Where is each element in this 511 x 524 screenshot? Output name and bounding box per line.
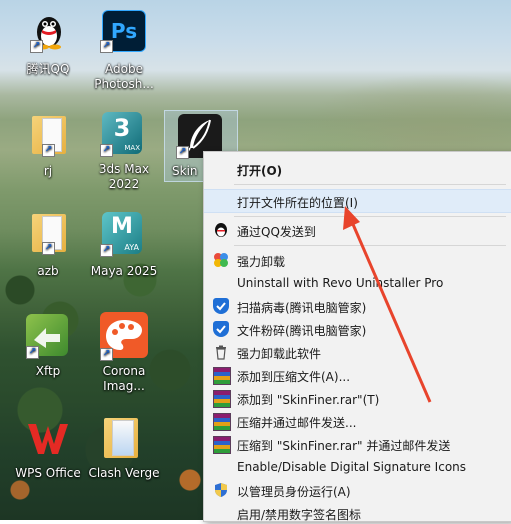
menu-item-label: Uninstall with Revo Uninstaller Pro [237, 276, 444, 290]
desktop-icon-azb[interactable]: ↗ azb [12, 210, 84, 280]
tencent-shield-icon [213, 321, 229, 337]
desktop-icon-xftp[interactable]: ↗ Xftp [12, 312, 84, 382]
shortcut-arrow-icon: ↗ [176, 146, 189, 159]
tencent-shield-icon [213, 298, 229, 314]
shortcut-arrow-icon: ↗ [42, 242, 55, 255]
3dsmax-subtext: MAX [124, 144, 140, 152]
menu-separator [234, 245, 506, 246]
context-menu: 打开(O) 打开文件所在的位置(I) 通过QQ发送到 强力卸载 Uninstal… [203, 151, 511, 522]
menu-item-add-to-skinfiner-rar[interactable]: 添加到 "SkinFiner.rar"(T) [204, 387, 511, 409]
menu-item-force-uninstall-this[interactable]: 强力卸载此软件 [204, 341, 511, 363]
menu-item-signature-icons-cn[interactable]: 启用/禁用数字签名图标 [204, 502, 511, 524]
shortcut-arrow-icon: ↗ [100, 144, 113, 157]
menu-item-label: 打开(O) [237, 164, 283, 178]
menu-item-label: 文件粉碎(腾讯电脑管家) [237, 324, 367, 338]
menu-item-shred-file[interactable]: 文件粉碎(腾讯电脑管家) [204, 318, 511, 340]
desktop-icon-label: rj [43, 164, 53, 178]
wps-logo-icon [26, 418, 70, 458]
winrar-icon [213, 390, 231, 408]
desktop-icon-label: 腾讯QQ [26, 62, 70, 76]
winrar-icon [213, 367, 231, 385]
desktop-icon-clash-verge[interactable]: Clash Verge [88, 414, 160, 484]
menu-item-signature-icons-en[interactable]: Enable/Disable Digital Signature Icons [204, 456, 511, 478]
shortcut-arrow-icon: ↗ [100, 348, 113, 361]
maya-glyph: M [111, 214, 133, 239]
desktop-icon-label: Xftp [35, 364, 61, 378]
menu-item-label: 强力卸载 [237, 255, 286, 269]
menu-item-compress-and-email[interactable]: 压缩并通过邮件发送... [204, 410, 511, 432]
menu-item-run-as-admin[interactable]: 以管理员身份运行(A) [204, 479, 511, 501]
folder-paper-icon [112, 420, 134, 456]
desktop-icon-label: Corona Imag... [102, 364, 146, 393]
menu-separator [234, 184, 506, 185]
menu-item-add-to-archive[interactable]: 添加到压缩文件(A)... [204, 364, 511, 386]
desktop-icon-corona[interactable]: ↗ Corona Imag... [88, 312, 160, 396]
desktop-icon-rj[interactable]: ↗ rj [12, 110, 84, 180]
3dsmax-glyph: 3 [113, 114, 131, 142]
desktop-icon-label: Maya 2025 [90, 264, 158, 278]
shortcut-arrow-icon: ↗ [42, 144, 55, 157]
desktop-icon-3dsmax[interactable]: 3 MAX ↗ 3ds Max 2022 [88, 110, 160, 194]
menu-item-label: 添加到压缩文件(A)... [237, 370, 351, 384]
menu-item-label: 通过QQ发送到 [237, 225, 316, 239]
trash-icon [213, 344, 229, 360]
menu-item-label: 压缩并通过邮件发送... [237, 416, 357, 430]
desktop-icon-label: Adobe Photosh... [94, 62, 154, 91]
qq-penguin-icon [213, 222, 229, 238]
menu-item-label: 压缩到 "SkinFiner.rar" 并通过邮件发送 [237, 439, 451, 453]
menu-item-compress-skinfiner-and-email[interactable]: 压缩到 "SkinFiner.rar" 并通过邮件发送 [204, 433, 511, 455]
desktop-icon-label: 3ds Max 2022 [98, 162, 150, 191]
menu-item-open-file-location[interactable]: 打开文件所在的位置(I) [204, 189, 511, 213]
menu-item-scan-virus[interactable]: 扫描病毒(腾讯电脑管家) [204, 295, 511, 317]
uac-shield-icon [213, 482, 229, 498]
menu-item-open[interactable]: 打开(O) [204, 158, 511, 180]
menu-item-revo-uninstaller[interactable]: Uninstall with Revo Uninstaller Pro [204, 272, 511, 294]
maya-subtext: AYA [124, 243, 139, 252]
pinwheel-icon [213, 252, 229, 268]
desktop-icon-photoshop[interactable]: Ps ↗ Adobe Photosh... [88, 8, 160, 98]
menu-item-label: 启用/禁用数字签名图标 [237, 508, 362, 522]
menu-item-label: 扫描病毒(腾讯电脑管家) [237, 301, 367, 315]
menu-item-force-uninstall[interactable]: 强力卸载 [204, 249, 511, 271]
menu-separator [234, 216, 506, 217]
menu-item-label: 强力卸载此软件 [237, 347, 322, 361]
shortcut-arrow-icon: ↗ [26, 346, 39, 359]
desktop-icon-label: azb [37, 264, 59, 278]
shortcut-arrow-icon: ↗ [30, 40, 43, 53]
desktop-icon-label: Clash Verge [88, 466, 160, 480]
winrar-icon [213, 436, 231, 454]
menu-item-label: 以管理员身份运行(A) [237, 485, 351, 499]
shortcut-arrow-icon: ↗ [100, 244, 113, 257]
menu-item-label: 添加到 "SkinFiner.rar"(T) [237, 393, 380, 407]
desktop-icon-qq[interactable]: ↗ 腾讯QQ [12, 8, 84, 78]
desktop-icon-label: WPS Office [15, 466, 81, 480]
shortcut-arrow-icon: ↗ [100, 40, 113, 53]
menu-item-send-via-qq[interactable]: 通过QQ发送到 [204, 219, 511, 241]
clash-folder-icon [104, 418, 138, 458]
menu-item-label: 打开文件所在的位置(I) [237, 196, 358, 210]
desktop-icon-wps[interactable]: WPS Office [12, 414, 84, 484]
menu-item-label: Enable/Disable Digital Signature Icons [237, 460, 467, 474]
desktop-icon-maya[interactable]: M AYA ↗ Maya 2025 [88, 210, 160, 280]
winrar-icon [213, 413, 231, 431]
